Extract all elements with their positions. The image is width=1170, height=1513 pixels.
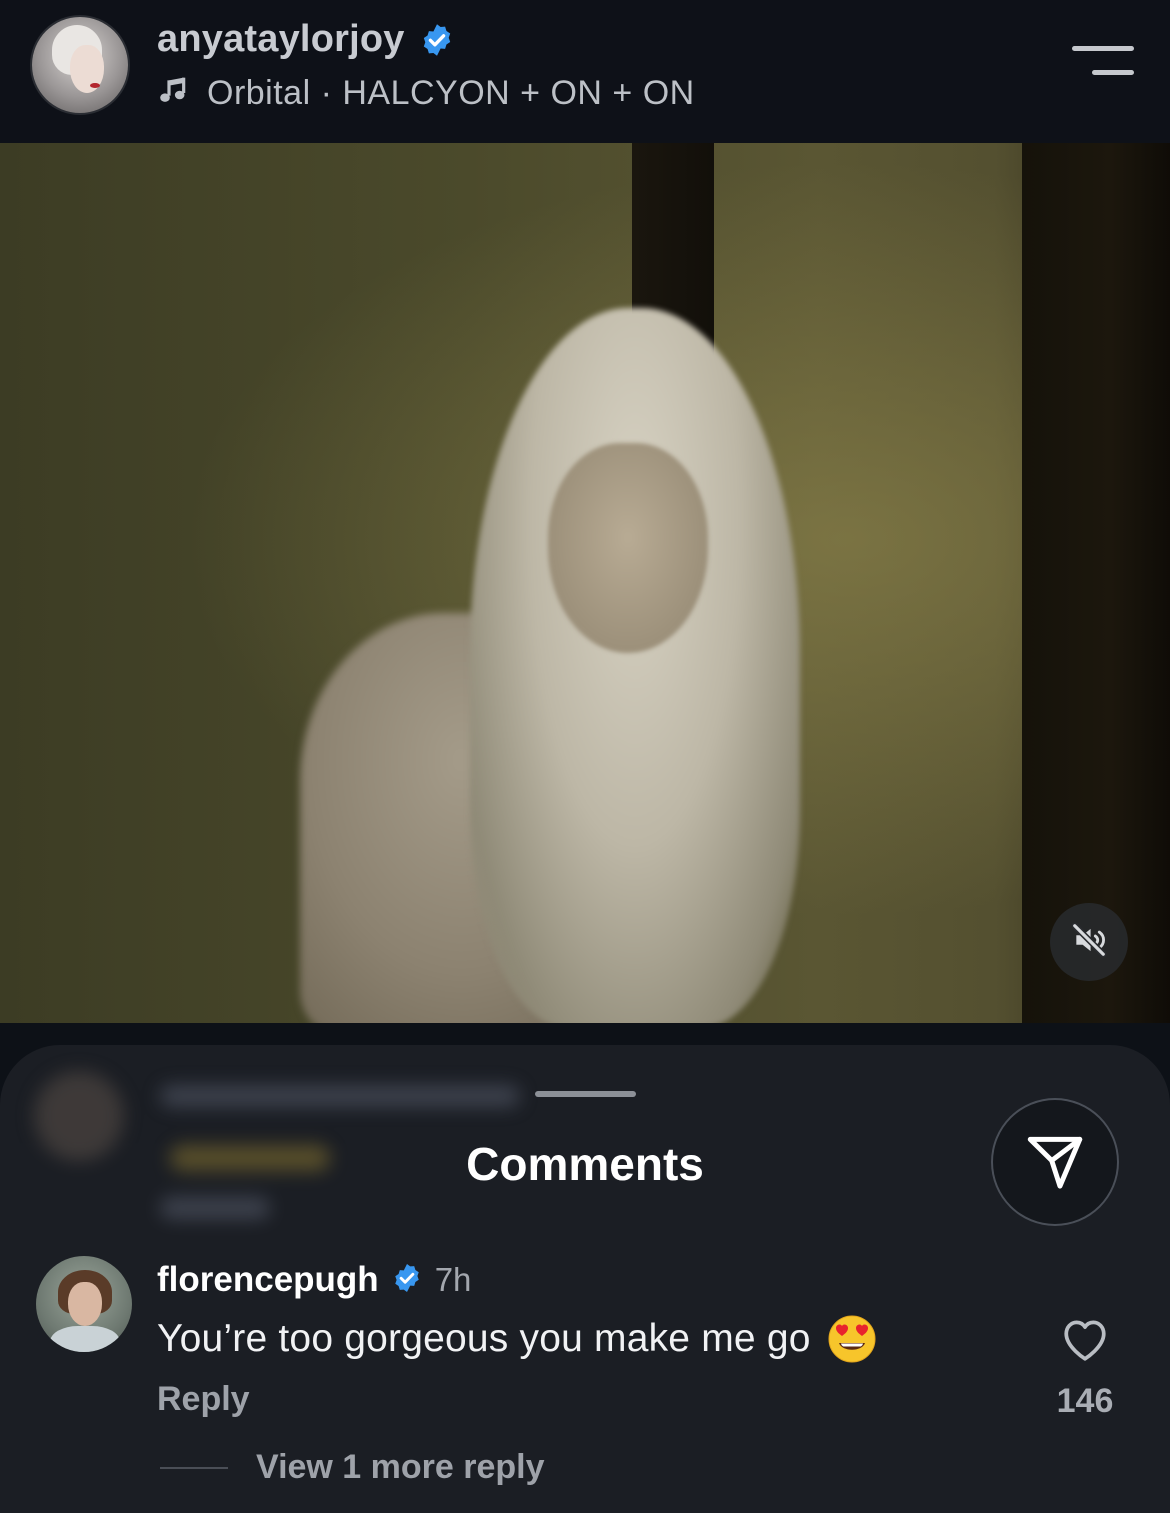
music-note-icon xyxy=(157,75,189,112)
comment-text: You’re too gorgeous you make me go xyxy=(157,1317,811,1360)
menu-icon[interactable] xyxy=(1072,46,1134,82)
like-count: 146 xyxy=(1056,1382,1114,1420)
commenter-avatar[interactable] xyxy=(36,1256,132,1352)
comment-header: florencepugh 7h xyxy=(157,1260,471,1300)
speaker-muted-icon xyxy=(1070,921,1108,964)
profile-username[interactable]: anyataylorjoy xyxy=(157,18,405,61)
replies-divider xyxy=(160,1466,228,1469)
reply-button[interactable]: Reply xyxy=(157,1380,250,1419)
verified-badge-icon xyxy=(391,1262,423,1299)
send-icon xyxy=(1022,1127,1088,1198)
video-shadow xyxy=(1022,143,1170,1023)
share-button[interactable] xyxy=(991,1098,1119,1226)
heart-icon[interactable] xyxy=(1060,1316,1110,1367)
profile-avatar[interactable] xyxy=(32,17,128,113)
comments-sheet: Comments florencepugh 7h You’re too gorg… xyxy=(0,1045,1170,1513)
comment-timestamp: 7h xyxy=(434,1261,472,1298)
sheet-grabber[interactable] xyxy=(535,1091,636,1097)
mute-button[interactable] xyxy=(1050,903,1128,981)
commenter-username[interactable]: florencepugh xyxy=(157,1260,379,1300)
avatar-lips xyxy=(90,83,100,88)
reel-video[interactable] xyxy=(0,143,1170,1023)
audio-row[interactable]: Orbital · HALCYON + ON + ON xyxy=(157,74,695,113)
audio-track-label: Orbital · HALCYON + ON + ON xyxy=(207,74,695,112)
comment-body: You’re too gorgeous you make me go xyxy=(157,1314,877,1364)
comment-item: florencepugh 7h You’re too gorgeous you … xyxy=(0,1250,1170,1490)
username-row: anyataylorjoy xyxy=(157,18,455,61)
heart-eyes-emoji-icon xyxy=(827,1314,877,1364)
view-more-replies[interactable]: View 1 more reply xyxy=(160,1448,545,1487)
verified-badge-icon xyxy=(419,22,455,58)
video-figure-face xyxy=(548,443,708,653)
post-header: anyataylorjoy Orbital · HALCYON + ON + O… xyxy=(0,0,1170,143)
view-more-replies-label[interactable]: View 1 more reply xyxy=(256,1448,545,1487)
video-figure-hair xyxy=(470,308,800,1023)
